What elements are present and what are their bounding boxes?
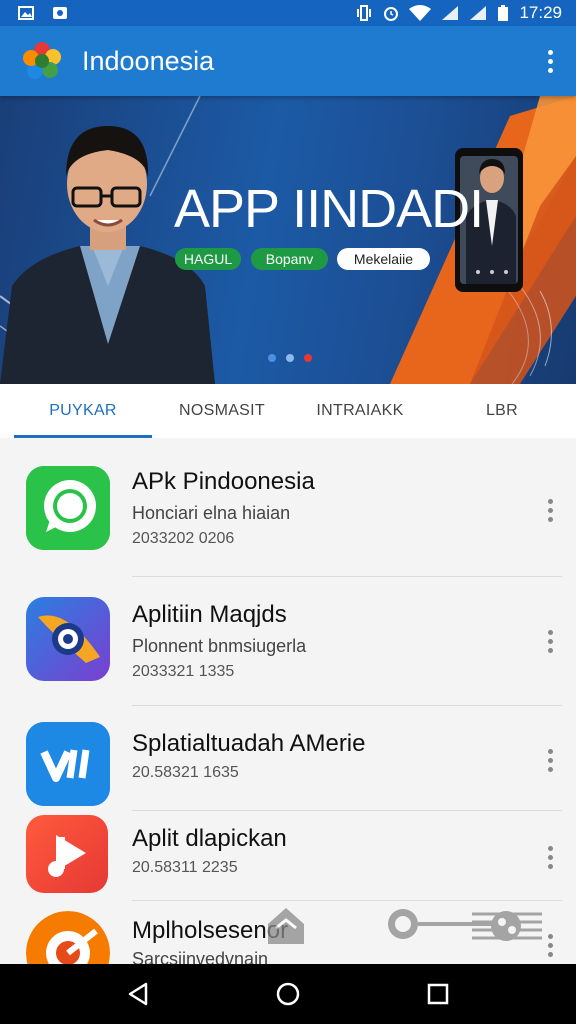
wifi-icon bbox=[409, 5, 432, 21]
app-title: Splatialtuadah AMerie bbox=[132, 730, 366, 757]
app-date: 20.58311 2235 bbox=[132, 859, 238, 876]
pagination-dot-active[interactable] bbox=[304, 354, 312, 362]
app-notification-icon bbox=[53, 7, 67, 19]
alarm-icon bbox=[384, 7, 399, 21]
banner-pagination bbox=[268, 354, 312, 362]
promo-banner[interactable]: APP IINDADI HAGUL Bopanv Mekelaiie bbox=[0, 96, 576, 384]
app-title: Mplholsesenor bbox=[132, 917, 289, 944]
chat-bubble-icon bbox=[26, 466, 110, 550]
more-vert-icon[interactable] bbox=[540, 41, 560, 81]
lens-icon bbox=[26, 597, 110, 681]
signal-icon bbox=[470, 6, 487, 20]
overlay-icons bbox=[268, 908, 542, 944]
tab-puykar[interactable]: PUYKAR bbox=[0, 384, 152, 438]
status-bar: 17:29 bbox=[0, 0, 576, 26]
pagination-dot[interactable] bbox=[286, 354, 294, 362]
back-icon[interactable] bbox=[122, 978, 154, 1010]
app-date: 2033202 0206 bbox=[132, 530, 235, 547]
system-nav-bar bbox=[0, 964, 576, 1024]
vibrate-icon bbox=[357, 5, 372, 21]
app-title: Indoonesia bbox=[82, 45, 215, 76]
list-item[interactable]: Aplitiin Maqjds Plonnent bnmsiugerla 203… bbox=[0, 577, 576, 705]
list-item[interactable]: APk Pindoonesia Honciari elna hiaian 203… bbox=[0, 438, 576, 576]
logo-lines-icon bbox=[26, 722, 110, 806]
tab-lbr[interactable]: LBR bbox=[428, 384, 576, 438]
banner-tag[interactable]: HAGUL bbox=[175, 248, 241, 270]
app-title: APk Pindoonesia bbox=[132, 468, 315, 495]
app-title: Aplit dlapickan bbox=[132, 825, 287, 852]
slider-toggle-icon bbox=[388, 909, 542, 941]
app-subtitle: Honciari elna hiaian bbox=[132, 503, 291, 523]
more-vert-icon[interactable] bbox=[540, 740, 560, 780]
banner-tag[interactable]: Mekelaiie bbox=[337, 248, 430, 270]
app-date: 20.58321 1635 bbox=[132, 764, 239, 781]
banner-title: APP IINDADI bbox=[174, 179, 484, 239]
pagination-dot[interactable] bbox=[268, 354, 276, 362]
gallery-icon bbox=[18, 6, 34, 20]
signal-icon bbox=[442, 6, 459, 20]
music-play-icon bbox=[26, 815, 108, 893]
app-logo-icon bbox=[23, 42, 61, 79]
banner-artwork bbox=[0, 96, 576, 384]
status-time: 17:29 bbox=[519, 3, 562, 22]
app-subtitle: Sarcsiinvedvnain bbox=[132, 949, 269, 964]
home-icon[interactable] bbox=[272, 978, 304, 1010]
more-vert-icon[interactable] bbox=[540, 621, 560, 661]
more-vert-icon[interactable] bbox=[540, 490, 560, 530]
tab-bar: PUYKAR NOSMASIT INTRAIAKK LBR bbox=[0, 384, 576, 438]
house-icon bbox=[268, 908, 304, 944]
list-item[interactable]: Aplit dlapickan 20.58311 2235 bbox=[0, 811, 576, 901]
disc-icon bbox=[26, 911, 110, 964]
banner-tag[interactable]: Bopanv bbox=[251, 248, 328, 270]
app-date: 2033321 1335 bbox=[132, 663, 235, 680]
app-subtitle: Plonnent bnmsiugerla bbox=[132, 636, 307, 656]
more-vert-icon[interactable] bbox=[540, 837, 560, 877]
battery-icon bbox=[498, 5, 509, 21]
recents-icon[interactable] bbox=[422, 978, 454, 1010]
tab-intraiakk[interactable]: INTRAIAKK bbox=[292, 384, 428, 438]
list-item[interactable]: Splatialtuadah AMerie 20.58321 1635 bbox=[0, 706, 576, 810]
tab-nosmasit[interactable]: NOSMASIT bbox=[152, 384, 292, 438]
app-list: APk Pindoonesia Honciari elna hiaian 203… bbox=[0, 438, 576, 964]
app-title: Aplitiin Maqjds bbox=[132, 601, 287, 628]
app-bar: Indoonesia bbox=[0, 26, 576, 96]
